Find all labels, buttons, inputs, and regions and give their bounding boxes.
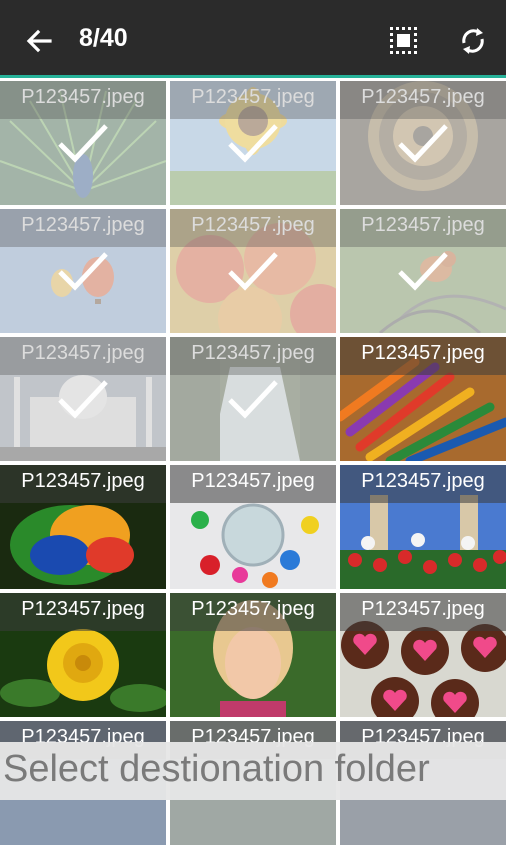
photo-tile[interactable]: P123457.jpeg [0, 465, 166, 589]
filename-label: P123457.jpeg [361, 214, 485, 236]
filename-label: P123457.jpeg [191, 214, 315, 236]
photo-tile[interactable]: P123457.jpeg [170, 593, 336, 717]
checkmark-icon [228, 124, 278, 163]
photo-tile[interactable]: P123457.jpeg [170, 337, 336, 461]
app-bar: 8/40 [0, 0, 506, 78]
checkmark-icon [398, 252, 448, 291]
filename-label: P123457.jpeg [21, 86, 145, 108]
select-all-icon[interactable] [389, 26, 419, 56]
photo-tile[interactable]: P123457.jpeg [170, 81, 336, 205]
photo-tile[interactable]: P123457.jpeg [0, 209, 166, 333]
checkmark-icon [58, 252, 108, 291]
photo-tile[interactable]: P123457.jpeg [0, 337, 166, 461]
photo-tile[interactable]: P123457.jpeg [340, 337, 506, 461]
filename-label: P123457.jpeg [21, 214, 145, 236]
photo-tile[interactable]: P123457.jpeg [170, 209, 336, 333]
photo-tile[interactable]: P123457.jpeg [340, 593, 506, 717]
filename-label: P123457.jpeg [191, 598, 315, 620]
filename-label: P123457.jpeg [21, 342, 145, 364]
photo-tile[interactable]: P123457.jpeg [0, 81, 166, 205]
filename-label: P123457.jpeg [21, 470, 145, 492]
checkmark-icon [58, 380, 108, 419]
filename-label: P123457.jpeg [21, 598, 145, 620]
checkmark-icon [398, 124, 448, 163]
selection-count-title: 8/40 [79, 24, 128, 52]
select-destination-bar[interactable]: Select destionation folder [0, 742, 506, 800]
app-bar-accent-line [0, 75, 506, 78]
filename-label: P123457.jpeg [191, 86, 315, 108]
checkmark-icon [58, 124, 108, 163]
filename-label: P123457.jpeg [191, 470, 315, 492]
filename-label: P123457.jpeg [361, 86, 485, 108]
photo-tile[interactable]: P123457.jpeg [340, 81, 506, 205]
photo-tile[interactable]: P123457.jpeg [340, 209, 506, 333]
checkmark-icon [228, 252, 278, 291]
filename-label: P123457.jpeg [191, 342, 315, 364]
arrow-left-icon[interactable] [22, 24, 56, 58]
photo-tile[interactable]: P123457.jpeg [0, 593, 166, 717]
filename-label: P123457.jpeg [361, 470, 485, 492]
photo-tile[interactable]: P123457.jpeg [340, 465, 506, 589]
filename-label: P123457.jpeg [361, 342, 485, 364]
select-destination-label: Select destionation folder [3, 748, 430, 790]
checkmark-icon [228, 380, 278, 419]
photo-tile[interactable]: P123457.jpeg [170, 465, 336, 589]
rotate-icon[interactable] [456, 24, 490, 58]
filename-label: P123457.jpeg [361, 598, 485, 620]
